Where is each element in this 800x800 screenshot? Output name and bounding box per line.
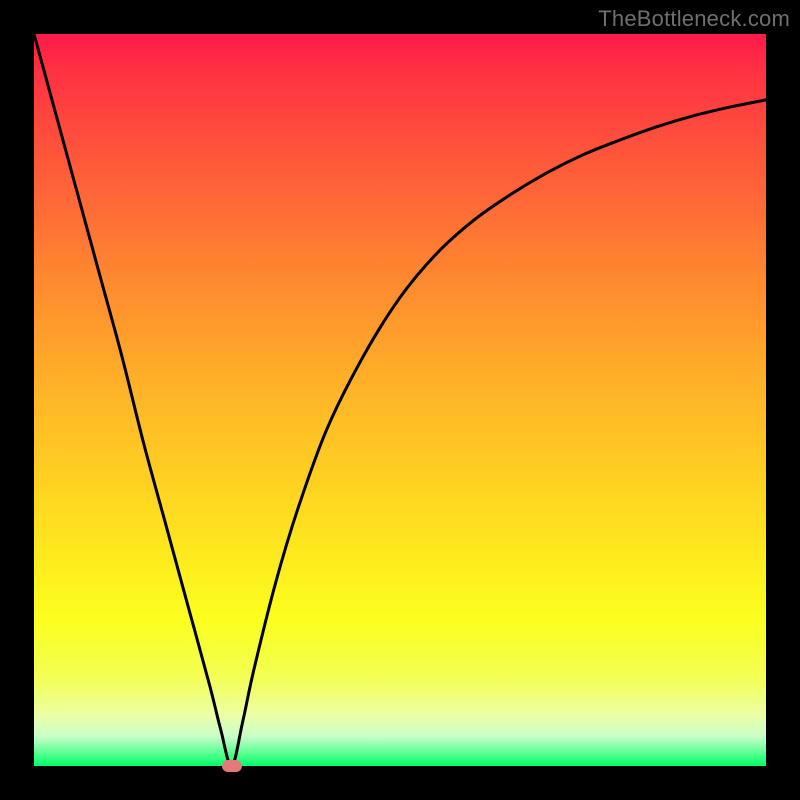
chart-frame: TheBottleneck.com	[0, 0, 800, 800]
plot-area	[34, 34, 766, 766]
watermark-text: TheBottleneck.com	[598, 6, 790, 32]
bottleneck-curve	[34, 34, 766, 766]
minimum-marker	[222, 760, 242, 772]
